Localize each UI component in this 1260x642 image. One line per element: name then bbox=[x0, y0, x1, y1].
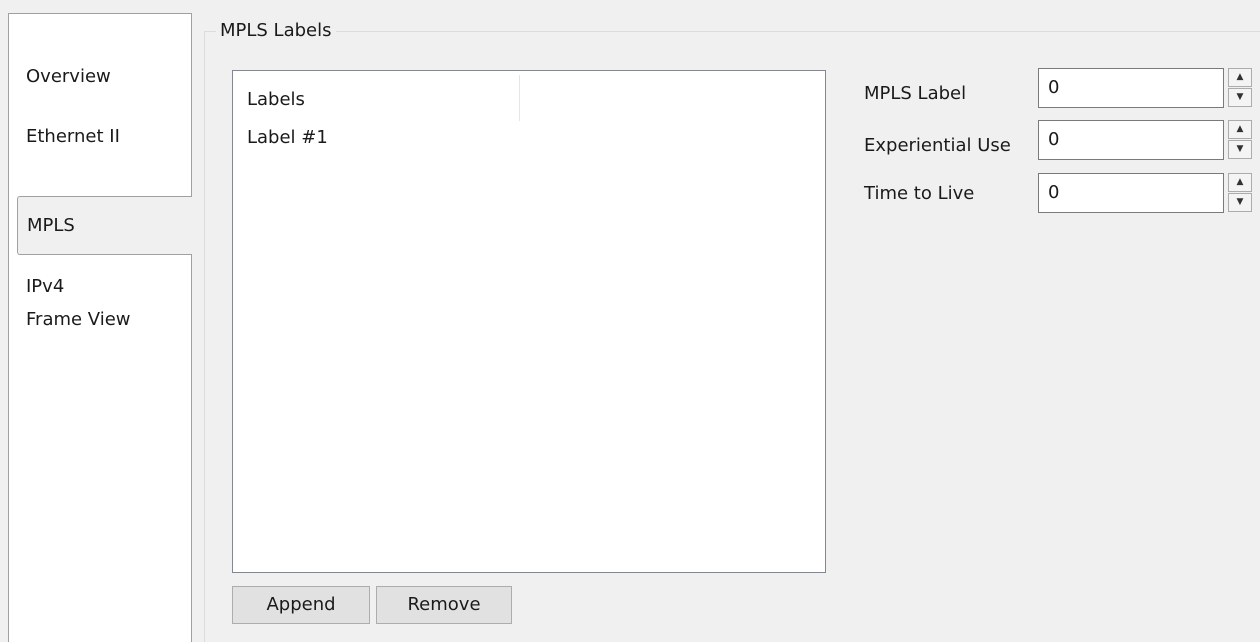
mpls-label-input[interactable]: 0 bbox=[1038, 68, 1224, 108]
list-item[interactable]: Label #1 bbox=[247, 124, 328, 152]
time-to-live-spinner[interactable]: ▲ ▼ bbox=[1228, 173, 1254, 213]
tab-ipv4[interactable]: IPv4 bbox=[26, 270, 64, 304]
groupbox-title: MPLS Labels bbox=[216, 17, 336, 45]
mpls-editor-window: Overview Ethernet II MPLS IPv4 Frame Vie… bbox=[0, 0, 1260, 642]
spin-down-icon[interactable]: ▼ bbox=[1228, 88, 1252, 107]
time-to-live-input[interactable]: 0 bbox=[1038, 173, 1224, 213]
labels-list[interactable]: Labels Label #1 bbox=[232, 70, 826, 573]
spin-down-icon[interactable]: ▼ bbox=[1228, 140, 1252, 159]
spin-up-icon[interactable]: ▲ bbox=[1228, 173, 1252, 192]
remove-button[interactable]: Remove bbox=[376, 586, 512, 624]
tab-frame-view[interactable]: Frame View bbox=[26, 303, 131, 337]
append-button[interactable]: Append bbox=[232, 586, 370, 624]
tab-ethernet-ii[interactable]: Ethernet II bbox=[26, 120, 120, 154]
time-to-live-label: Time to Live bbox=[864, 183, 975, 204]
experiential-use-label: Experiential Use bbox=[864, 135, 1011, 156]
spin-up-icon[interactable]: ▲ bbox=[1228, 120, 1252, 139]
tab-mpls-label: MPLS bbox=[27, 215, 75, 236]
column-separator[interactable] bbox=[519, 75, 520, 121]
tab-overview[interactable]: Overview bbox=[26, 60, 111, 94]
mpls-label-spinner[interactable]: ▲ ▼ bbox=[1228, 68, 1254, 108]
experiential-use-spinner[interactable]: ▲ ▼ bbox=[1228, 120, 1254, 160]
spin-up-icon[interactable]: ▲ bbox=[1228, 68, 1252, 87]
spin-down-icon[interactable]: ▼ bbox=[1228, 193, 1252, 212]
tab-mpls[interactable]: MPLS bbox=[17, 196, 192, 255]
labels-column-header[interactable]: Labels bbox=[247, 86, 305, 114]
experiential-use-input[interactable]: 0 bbox=[1038, 120, 1224, 160]
mpls-label-label: MPLS Label bbox=[864, 83, 967, 104]
